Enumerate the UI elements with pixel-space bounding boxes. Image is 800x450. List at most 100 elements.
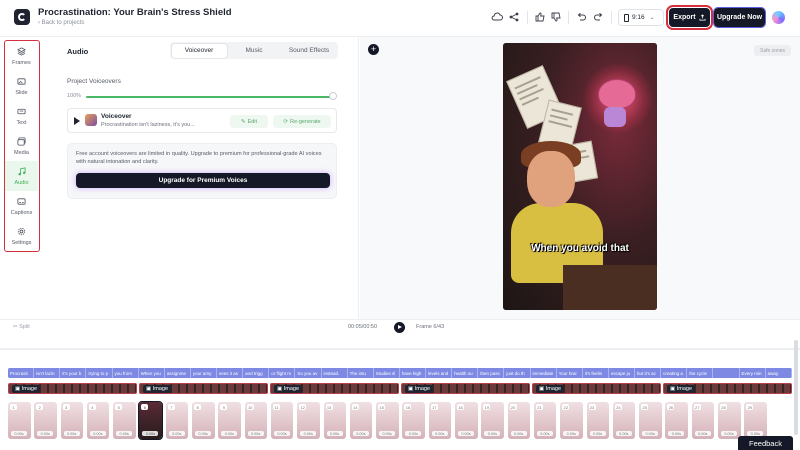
frame-thumbnail[interactable]: 21 0.00s — [533, 402, 557, 439]
image-clip[interactable]: ▣ Image — [8, 383, 137, 394]
frame-thumbnail[interactable]: 16 0.00s — [402, 402, 425, 439]
caption-chip[interactable]: or flight m — [269, 368, 296, 378]
caption-chip[interactable]: and trigg — [243, 368, 270, 378]
video-preview[interactable]: When you avoid that — [503, 43, 657, 310]
redo-icon[interactable] — [592, 10, 606, 24]
frame-thumbnail[interactable]: 28 0.00s — [718, 402, 741, 439]
volume-slider-handle[interactable] — [329, 92, 337, 100]
caption-chip[interactable]: escape ju — [608, 368, 635, 378]
caption-chip[interactable]: it's feelin — [582, 368, 609, 378]
sidebar-item-frames[interactable]: Frames — [5, 41, 38, 71]
sidebar-item-media[interactable]: Media — [5, 131, 38, 161]
caption-chip[interactable] — [713, 368, 740, 378]
back-to-projects-link[interactable]: ‹ Back to projects — [38, 20, 84, 26]
frame-thumbnail[interactable]: 26 0.00s — [665, 402, 688, 439]
frame-thumbnail[interactable]: 6 0.00s — [138, 401, 163, 440]
edit-voiceover-button[interactable]: ✎ Edit — [230, 115, 268, 128]
frame-thumbnail[interactable]: 17 0.00s — [428, 402, 452, 439]
volume-slider-track[interactable] — [86, 95, 334, 98]
voiceover-item[interactable]: Voiceover Procrastination isn't laziness… — [67, 108, 337, 133]
caption-chip[interactable]: health ou — [452, 368, 479, 378]
caption-chip[interactable]: trying to p — [86, 368, 113, 378]
frame-thumbnail[interactable]: 18 0.00s — [455, 402, 478, 439]
upgrade-now-button[interactable]: Upgrade Now — [713, 7, 766, 28]
play-icon[interactable] — [74, 117, 80, 125]
frame-thumbnail[interactable]: 1 0.00s — [8, 402, 31, 439]
caption-chip[interactable]: it's your b — [60, 368, 87, 378]
share-icon[interactable] — [507, 10, 521, 24]
thumbs-up-icon[interactable] — [533, 10, 547, 24]
caption-chip[interactable]: sees it as — [217, 368, 244, 378]
frame-thumbnail[interactable]: 15 0.00s — [376, 402, 399, 439]
image-clip[interactable]: ▣ Image — [401, 383, 530, 394]
frame-thumbnail[interactable]: 4 0.00s — [86, 402, 110, 439]
frame-thumbnail[interactable]: 27 0.00s — [691, 402, 715, 439]
regenerate-voiceover-button[interactable]: ⟳ Re-generate — [273, 115, 331, 128]
cloud-sync-icon[interactable] — [490, 10, 504, 24]
sidebar-item-text[interactable]: Text — [5, 101, 38, 131]
caption-chip[interactable]: then pass — [478, 368, 505, 378]
timeline-ruler[interactable] — [0, 348, 800, 350]
frame-thumbnail[interactable]: 20 0.00s — [507, 402, 531, 439]
sidebar-item-captions[interactable]: Captions — [5, 191, 38, 221]
image-clip[interactable]: ▣ Image — [139, 383, 268, 394]
frame-thumbnail[interactable]: 7 0.00s — [165, 402, 189, 439]
caption-chip[interactable]: Every min — [739, 368, 766, 378]
image-clip[interactable]: ▣ Image — [270, 383, 399, 394]
add-icon[interactable]: + — [368, 44, 379, 55]
caption-chip[interactable]: Your brai — [556, 368, 583, 378]
frame-thumbnail[interactable]: 11 0.00s — [270, 402, 294, 439]
frame-thumbnail[interactable]: 29 0.00s — [744, 402, 767, 439]
feedback-button[interactable]: Feedback — [738, 436, 793, 450]
frame-thumbnail[interactable]: 22 0.00s — [560, 402, 583, 439]
caption-chip[interactable]: The intu — [347, 368, 374, 378]
caption-chip[interactable]: the cycle — [687, 368, 714, 378]
frame-thumbnail[interactable]: 3 0.00s — [60, 402, 84, 439]
frame-thumbnail[interactable]: 10 0.00s — [244, 402, 268, 439]
image-clip[interactable]: ▣ Image — [532, 383, 661, 394]
split-button[interactable]: ✂ Split — [13, 324, 30, 330]
frame-thumbnail[interactable]: 23 0.00s — [586, 402, 610, 439]
caption-chip[interactable]: but it's ac — [635, 368, 662, 378]
image-track[interactable]: ▣ Image ▣ Image ▣ Image ▣ Image ▣ Image ▣ Ima… — [8, 383, 792, 394]
export-button[interactable]: Export — [666, 5, 713, 30]
frame-thumbnail[interactable]: 13 0.00s — [323, 402, 347, 439]
frame-thumbnail[interactable]: 8 0.00s — [192, 402, 215, 439]
frame-thumbnail[interactable]: 5 0.00s — [113, 402, 136, 439]
caption-chip[interactable]: levels and — [426, 368, 453, 378]
caption-chip[interactable]: creating a — [661, 368, 688, 378]
caption-track[interactable]: Procrasti isn't lazin it's your b trying to… — [8, 368, 792, 378]
caption-chip[interactable]: Procrasti — [8, 368, 35, 378]
caption-chip[interactable]: have high — [399, 368, 426, 378]
image-clip[interactable]: ▣ Image — [663, 383, 792, 394]
sidebar-item-slide[interactable]: Slide — [5, 71, 38, 101]
thumbs-down-icon[interactable] — [549, 10, 563, 24]
frame-thumbnail[interactable]: 19 0.00s — [481, 402, 504, 439]
frame-thumbnail[interactable]: 12 0.00s — [297, 402, 320, 439]
frame-thumbnail[interactable]: 9 0.00s — [218, 402, 241, 439]
caption-chip[interactable]: When you — [138, 368, 165, 378]
app-logo[interactable] — [14, 9, 30, 25]
project-title[interactable]: Procrastination: Your Brain's Stress Shi… — [38, 7, 232, 18]
tab-voiceover[interactable]: Voiceover — [171, 43, 227, 58]
caption-chip[interactable]: you from — [112, 368, 139, 378]
caption-chip[interactable]: immediate — [530, 368, 557, 378]
tab-sound-effects[interactable]: Sound Effects — [282, 44, 337, 58]
caption-chip[interactable]: So you av — [295, 368, 322, 378]
caption-chip[interactable]: instead. — [321, 368, 348, 378]
frame-thumbnail[interactable]: 2 0.00s — [34, 402, 57, 439]
user-avatar[interactable] — [772, 11, 785, 24]
undo-icon[interactable] — [574, 10, 588, 24]
sidebar-item-audio[interactable]: Audio — [5, 161, 38, 191]
frame-thumbnail[interactable]: 25 0.00s — [639, 402, 662, 439]
play-button[interactable] — [394, 321, 405, 333]
frame-thumbnail[interactable]: 14 0.00s — [349, 402, 373, 439]
upgrade-premium-voices-button[interactable]: Upgrade for Premium Voices — [76, 173, 330, 188]
caption-chip[interactable]: isn't lazin — [34, 368, 61, 378]
caption-chip[interactable]: your amy — [190, 368, 217, 378]
tab-music[interactable]: Music — [227, 44, 282, 58]
aspect-ratio-dropdown[interactable]: 9:16 ⌄ — [618, 9, 664, 26]
caption-chip[interactable]: assignme — [164, 368, 191, 378]
caption-chip[interactable]: away. — [765, 368, 792, 378]
frame-thumbnail[interactable]: 24 0.00s — [612, 402, 636, 439]
